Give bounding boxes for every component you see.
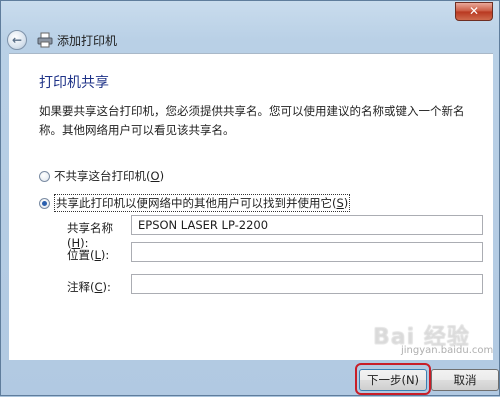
back-button[interactable]: ← [7,30,27,50]
wizard-footer: 下一步(N) 取消 [1,359,500,397]
share-name-row: 共享名称(H): [67,220,131,250]
close-icon: ✕ [468,4,480,18]
comment-label: 注释(C): [67,280,111,294]
share-option[interactable]: 共享此打印机以便网络中的其他用户可以找到并使用它(S) [39,194,351,212]
location-label: 位置(L): [67,248,110,262]
share-name-label: 共享名称(H): [67,221,113,250]
wizard-content: 打印机共享 如果要共享这台打印机，您必须提供共享名。您可以使用建议的名称或键入一… [9,53,493,360]
next-button[interactable]: 下一步(N) [359,369,427,391]
window-title: 添加打印机 [57,33,118,48]
back-arrow-icon: ← [11,33,23,47]
watermark-url: jingyan.baidu.com [401,345,494,356]
no-share-option[interactable]: 不共享这台打印机(O) [39,168,164,184]
share-name-input[interactable]: EPSON LASER LP-2200 [131,215,483,235]
comment-input[interactable] [131,274,483,294]
comment-row: 注释(C): [67,279,131,295]
location-input[interactable] [131,242,483,262]
no-share-radio[interactable] [39,170,50,182]
page-description: 如果要共享这台打印机，您必须提供共享名。您可以使用建议的名称或键入一个新名称。其… [39,104,465,137]
close-button[interactable]: ✕ [455,2,493,21]
location-row: 位置(L): [67,247,131,263]
title-bar: ← 添加打印机 [7,25,487,55]
share-label: 共享此打印机以便网络中的其他用户可以找到并使用它(S) [54,194,351,212]
cancel-button[interactable]: 取消 [431,369,499,391]
no-share-label: 不共享这台打印机(O) [54,169,165,183]
printer-icon [37,32,53,48]
add-printer-window: ✕ ← 添加打印机 打印机共享 如果要共享这台打印机，您必须提供共享名。您可以使… [0,0,500,396]
page-heading: 打印机共享 [39,75,109,91]
share-radio[interactable] [39,197,50,209]
